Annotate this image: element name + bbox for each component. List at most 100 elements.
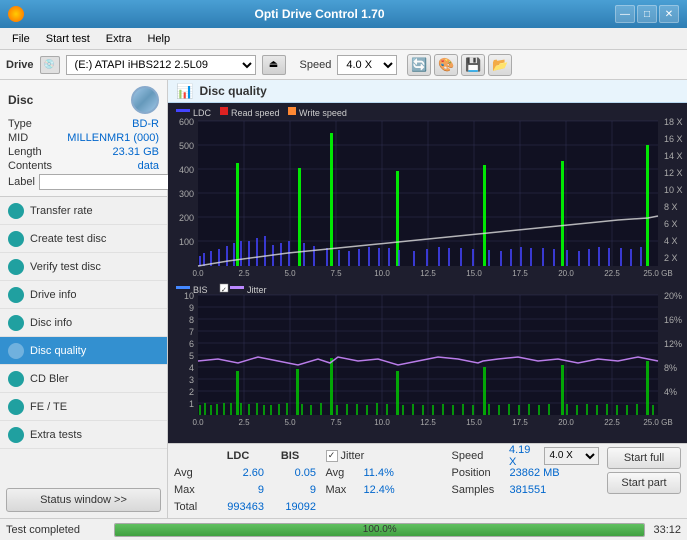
svg-text:17.5: 17.5 xyxy=(512,418,528,427)
status-bar: Test completed 100.0% 33:12 xyxy=(0,518,687,540)
svg-text:7: 7 xyxy=(189,327,194,337)
svg-text:BIS: BIS xyxy=(193,285,208,295)
drive-select[interactable]: (E:) ATAPI iHBS212 2.5L09 xyxy=(66,55,256,75)
start-full-button[interactable]: Start full xyxy=(607,447,681,469)
sidebar-item-transfer-rate[interactable]: Transfer rate xyxy=(0,197,167,225)
disc-contents-row: Contents data xyxy=(8,160,159,172)
label-input[interactable] xyxy=(39,174,177,190)
speed-select[interactable]: 4.0 X 1.0 X 2.0 X 8.0 X xyxy=(337,55,397,75)
svg-text:Jitter: Jitter xyxy=(247,285,267,295)
total-label: Total xyxy=(174,501,212,513)
save-button[interactable]: 💾 xyxy=(461,54,485,76)
contents-value: data xyxy=(138,160,159,172)
cd-bler-icon xyxy=(8,371,24,387)
menu-extra[interactable]: Extra xyxy=(98,31,140,47)
drive-info-label: Drive info xyxy=(30,289,76,301)
menu-help[interactable]: Help xyxy=(139,31,178,47)
svg-text:100: 100 xyxy=(179,237,194,247)
title-bar: Opti Drive Control 1.70 — □ ✕ xyxy=(0,0,687,28)
max-label: Max xyxy=(174,484,212,496)
svg-text:22.5: 22.5 xyxy=(604,269,620,278)
avg-label: Avg xyxy=(174,467,212,479)
create-test-label: Create test disc xyxy=(30,233,106,245)
sidebar-item-cd-bler[interactable]: CD Bler xyxy=(0,365,167,393)
svg-text:8 X: 8 X xyxy=(664,202,678,212)
sidebar-item-fe-te[interactable]: FE / TE xyxy=(0,393,167,421)
disc-length-row: Length 23.31 GB xyxy=(8,146,159,158)
svg-text:12%: 12% xyxy=(664,339,682,349)
jitter-checkbox[interactable]: ✓ xyxy=(326,450,338,462)
app-title: Opti Drive Control 1.70 xyxy=(24,7,615,21)
length-label: Length xyxy=(8,146,42,158)
svg-text:20%: 20% xyxy=(664,291,682,301)
eject-button[interactable]: ⏏ xyxy=(262,55,286,75)
avg-bis-value: 0.05 xyxy=(264,467,316,479)
avg-jitter-row: Avg 11.4% xyxy=(326,464,444,481)
svg-text:17.5: 17.5 xyxy=(512,269,528,278)
sidebar-item-create-test-disc[interactable]: Create test disc xyxy=(0,225,167,253)
position-label: Position xyxy=(452,467,510,479)
maximize-button[interactable]: □ xyxy=(637,5,657,23)
svg-text:20.0: 20.0 xyxy=(558,269,574,278)
menu-file[interactable]: File xyxy=(4,31,38,47)
menu-start-test[interactable]: Start test xyxy=(38,31,98,47)
cd-bler-label: CD Bler xyxy=(30,373,69,385)
disc-mid-row: MID MILLENMR1 (000) xyxy=(8,132,159,144)
drive-label: Drive xyxy=(6,59,34,71)
samples-row: Samples 381551 xyxy=(452,481,600,498)
speed-label: Speed xyxy=(452,450,509,462)
sidebar-item-disc-quality[interactable]: Disc quality xyxy=(0,337,167,365)
mid-value: MILLENMR1 (000) xyxy=(67,132,159,144)
svg-text:0.0: 0.0 xyxy=(192,418,204,427)
svg-text:12 X: 12 X xyxy=(664,168,683,178)
sidebar-item-extra-tests[interactable]: Extra tests xyxy=(0,421,167,449)
svg-text:16 X: 16 X xyxy=(664,134,683,144)
nav-items: Transfer rate Create test disc Verify te… xyxy=(0,197,167,482)
svg-text:3: 3 xyxy=(189,375,194,385)
position-value: 23862 MB xyxy=(510,467,560,479)
status-window-button[interactable]: Status window >> xyxy=(6,488,161,512)
svg-text:9: 9 xyxy=(189,303,194,313)
drive-icon: 💿 xyxy=(40,56,60,74)
svg-text:LDC: LDC xyxy=(193,108,212,118)
max-jitter-value: 12.4% xyxy=(364,484,395,496)
svg-text:7.5: 7.5 xyxy=(330,269,342,278)
jitter-check-row: ✓ Jitter xyxy=(326,447,444,464)
charts-svg: LDC Read speed Write speed xyxy=(168,103,687,443)
status-text: Test completed xyxy=(6,524,106,536)
sidebar-item-disc-info[interactable]: Disc info xyxy=(0,309,167,337)
minimize-button[interactable]: — xyxy=(615,5,635,23)
panel-header: 📊 Disc quality xyxy=(168,80,687,103)
svg-text:5.0: 5.0 xyxy=(284,269,296,278)
sidebar-item-drive-info[interactable]: Drive info xyxy=(0,281,167,309)
fe-te-label: FE / TE xyxy=(30,401,67,413)
settings-button[interactable]: 🎨 xyxy=(434,54,458,76)
svg-text:600: 600 xyxy=(179,117,194,127)
speed-label: Speed xyxy=(300,59,332,71)
extra-tests-icon xyxy=(8,427,24,443)
speed-row: Speed 4.19 X 4.0 X 2.0 X 8.0 X xyxy=(452,447,600,464)
start-part-button[interactable]: Start part xyxy=(607,472,681,494)
svg-text:18 X: 18 X xyxy=(664,117,683,127)
speed-selector[interactable]: 4.0 X 2.0 X 8.0 X xyxy=(544,447,599,465)
svg-text:22.5: 22.5 xyxy=(604,418,620,427)
max-bis-value: 9 xyxy=(264,484,316,496)
time-display: 33:12 xyxy=(653,524,681,536)
svg-text:10.0: 10.0 xyxy=(374,418,390,427)
svg-text:2: 2 xyxy=(189,387,194,397)
disc-section-title: Disc xyxy=(8,93,33,107)
svg-text:6: 6 xyxy=(189,339,194,349)
type-label: Type xyxy=(8,118,32,130)
progress-text: 100.0% xyxy=(115,524,644,536)
label-label: Label xyxy=(8,176,35,188)
refresh-button[interactable]: 🔄 xyxy=(407,54,431,76)
load-button[interactable]: 📂 xyxy=(488,54,512,76)
svg-text:400: 400 xyxy=(179,165,194,175)
right-panel: 📊 Disc quality LDC Read speed Write spee… xyxy=(168,80,687,518)
samples-label: Samples xyxy=(452,484,510,496)
close-button[interactable]: ✕ xyxy=(659,5,679,23)
svg-text:14 X: 14 X xyxy=(664,151,683,161)
sidebar-item-verify-test-disc[interactable]: Verify test disc xyxy=(0,253,167,281)
app-icon xyxy=(8,6,24,22)
svg-text:300: 300 xyxy=(179,189,194,199)
